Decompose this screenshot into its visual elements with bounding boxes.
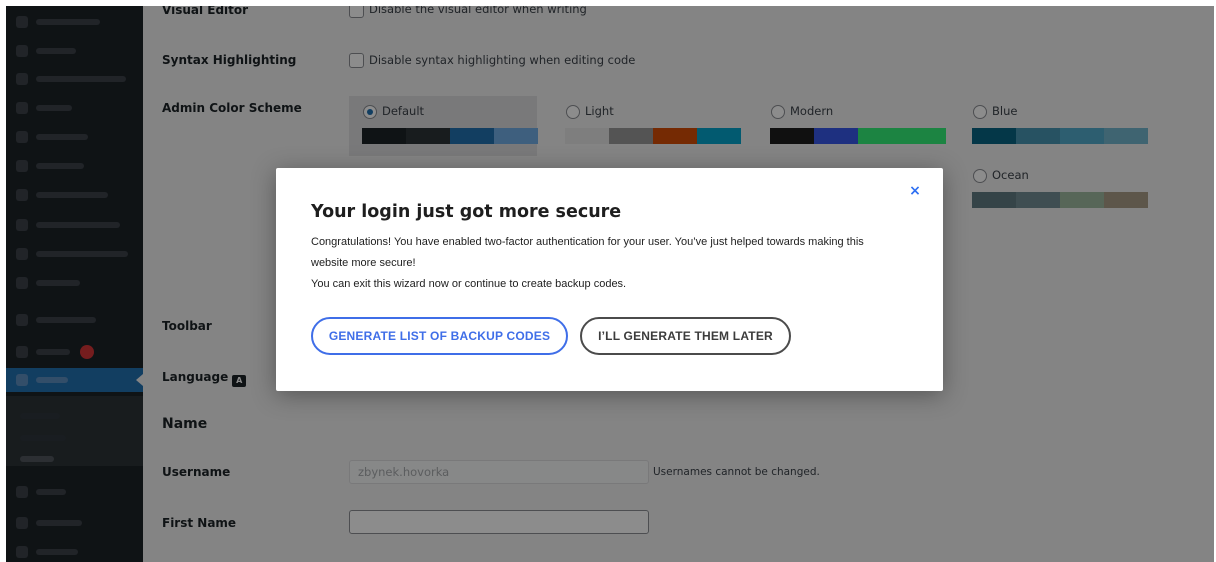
modal-instructions: You can exit this wizard now or continue… [311, 278, 627, 290]
two-factor-success-modal: × Your login just got more secure Congra… [276, 168, 943, 391]
generate-backup-codes-button[interactable]: GENERATE LIST OF BACKUP CODES [311, 317, 568, 355]
modal-message: Congratulations! You have enabled two-fa… [311, 236, 864, 269]
close-icon[interactable]: × [908, 184, 922, 198]
generate-later-button[interactable]: I’LL GENERATE THEM LATER [580, 317, 791, 355]
modal-title: Your login just got more secure [311, 202, 622, 222]
